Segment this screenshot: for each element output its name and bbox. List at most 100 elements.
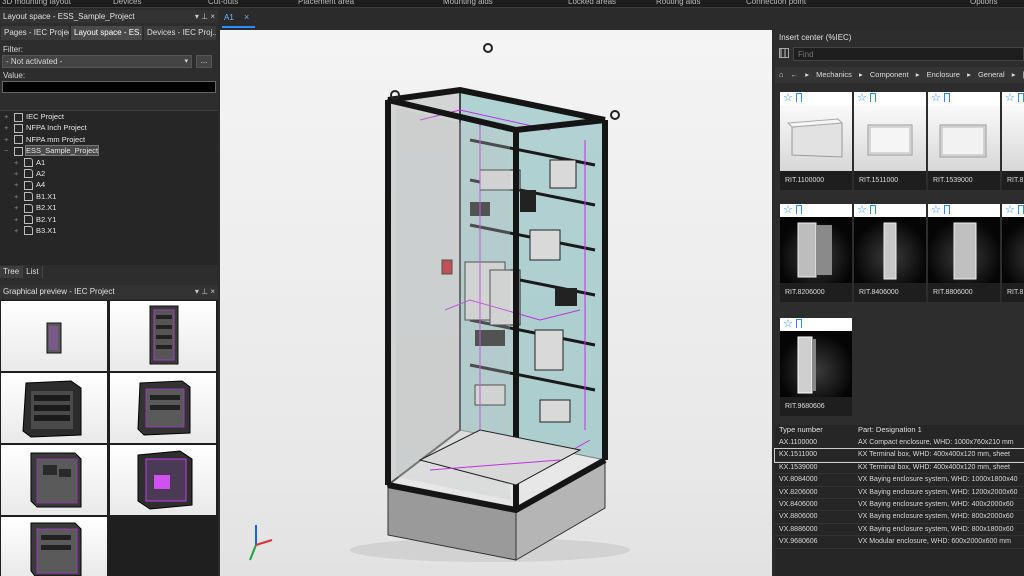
filter-more-button[interactable]: ...	[196, 55, 212, 68]
tree-item-a2[interactable]: + A2	[0, 168, 218, 179]
ribbon-tab-3d-mounting-layout[interactable]: 3D mounting layout	[2, 0, 71, 8]
table-row[interactable]: AX.1100000 AX Compact enclosure, WHD: 100…	[775, 437, 1024, 450]
tree-item-nfpa-inch-project[interactable]: + NFPA Inch Project	[0, 122, 218, 133]
bookmark-icon[interactable]	[870, 205, 876, 214]
filter-dropdown[interactable]: - Not activated - ▾	[2, 55, 192, 68]
table-row[interactable]: VX.9680606 VX Modular enclosure, WHD: 600…	[775, 536, 1024, 549]
part-card-label: RIT.1100000	[780, 171, 852, 190]
part-card[interactable]: ☆ RIT.1511000	[854, 92, 926, 190]
bookmark-icon[interactable]	[1018, 93, 1024, 102]
ribbon-tab-locked-areas[interactable]: Locked areas	[568, 0, 616, 8]
table-row[interactable]: VX.8806000 VX Baying enclosure system, WH…	[775, 511, 1024, 524]
tree-item-b2-x1[interactable]: + B2.X1	[0, 202, 218, 213]
tab-devices[interactable]: Devices - IEC Proj...	[144, 26, 216, 40]
column-header-designation[interactable]: Part: Designation 1	[855, 425, 1024, 437]
tree-item-b2-y1[interactable]: + B2.Y1	[0, 214, 218, 225]
tab-list[interactable]: List	[23, 266, 43, 278]
favorite-star-icon[interactable]: ☆	[857, 92, 867, 104]
table-row[interactable]: KX.1539000 KX Terminal box, WHD: 400x400x…	[775, 462, 1024, 475]
bookmark-icon[interactable]	[796, 319, 802, 328]
table-row[interactable]: VX.8084000 VX Baying enclosure system, WH…	[775, 474, 1024, 487]
favorite-star-icon[interactable]: ☆	[931, 92, 941, 104]
grid-view-icon[interactable]	[779, 48, 789, 58]
favorite-star-icon[interactable]: ☆	[931, 203, 941, 216]
preview-thumbnail[interactable]	[1, 445, 107, 515]
expand-icon[interactable]: +	[14, 168, 24, 179]
tree-item-a4[interactable]: + A4	[0, 179, 218, 190]
table-row[interactable]: VX.8406000 VX Baying enclosure system, WH…	[775, 499, 1024, 512]
part-card[interactable]: ☆ RIT.8	[1002, 204, 1024, 302]
tab-pages[interactable]: Pages - IEC Project	[1, 26, 69, 40]
home-icon[interactable]: ⌂	[779, 67, 784, 83]
part-card[interactable]: ☆ RIT.8406000	[854, 204, 926, 302]
ribbon-tab-cut-outs[interactable]: Cut-outs	[208, 0, 238, 8]
collapse-icon[interactable]: −	[4, 145, 14, 156]
breadcrumb-item-enclosure[interactable]: Enclosure	[927, 67, 960, 83]
ribbon-tab-connection-point[interactable]: Connection point	[746, 0, 806, 8]
table-row[interactable]: KX.1511000 KX Terminal box, WHD: 400x400x…	[774, 448, 1024, 463]
filter-label: Filter:	[3, 45, 23, 54]
favorite-star-icon[interactable]: ☆	[857, 203, 867, 216]
part-card[interactable]: ☆ RIT.9680606	[780, 318, 852, 416]
expand-icon[interactable]: +	[14, 202, 24, 213]
column-header-type-number[interactable]: Type number	[775, 425, 855, 437]
panel-pin-close-buttons[interactable]: ▾ ⊥ ×	[195, 285, 215, 299]
ribbon-tab-mounting-aids[interactable]: Mounting aids	[443, 0, 493, 8]
tree-item-b1-x1[interactable]: + B1.X1	[0, 191, 218, 202]
preview-thumbnail[interactable]	[1, 373, 107, 443]
ribbon-tab-devices[interactable]: Devices	[113, 0, 141, 8]
table-row[interactable]: VX.8886000 VX Baying enclosure system, WH…	[775, 524, 1024, 537]
expand-icon[interactable]: +	[14, 157, 24, 168]
tab-layout-space[interactable]: Layout space - ES...	[71, 26, 142, 40]
bookmark-icon[interactable]	[796, 205, 802, 214]
breadcrumb-item-mechanics[interactable]: Mechanics	[816, 67, 852, 83]
tab-tree[interactable]: Tree	[0, 266, 24, 278]
ribbon-tab-placement-area[interactable]: Placement area	[298, 0, 354, 8]
tree-item-nfpa-mm-project[interactable]: + NFPA mm Project	[0, 134, 218, 145]
bookmark-icon[interactable]	[1018, 205, 1024, 214]
favorite-star-icon[interactable]: ☆	[783, 203, 793, 216]
bookmark-icon[interactable]	[944, 205, 950, 214]
preview-thumbnail[interactable]	[110, 373, 216, 443]
find-input[interactable]	[793, 47, 1024, 61]
expand-icon[interactable]: +	[14, 179, 24, 190]
panel-pin-close-buttons[interactable]: ▾ ⊥ ×	[195, 10, 215, 23]
favorite-star-icon[interactable]: ☆	[1005, 92, 1015, 104]
value-field[interactable]	[2, 81, 216, 93]
close-icon[interactable]: ×	[244, 12, 249, 22]
favorite-star-icon[interactable]: ☆	[783, 92, 793, 104]
part-card[interactable]: ☆ RIT.1539000	[928, 92, 1000, 190]
preview-thumbnail[interactable]	[110, 445, 216, 515]
tree-item-iec-project[interactable]: + IEC Project	[0, 111, 218, 122]
preview-thumbnail[interactable]	[110, 301, 216, 371]
type-number-cell: VX.8406000	[779, 500, 818, 508]
expand-icon[interactable]: +	[4, 111, 14, 122]
expand-icon[interactable]: +	[4, 122, 14, 133]
part-card[interactable]: ☆ RIT.8206000	[780, 204, 852, 302]
bookmark-icon[interactable]	[870, 93, 876, 102]
favorite-star-icon[interactable]: ☆	[1005, 203, 1015, 216]
breadcrumb-item-component[interactable]: Component	[870, 67, 909, 83]
bookmark-icon[interactable]	[944, 93, 950, 102]
bookmark-icon[interactable]	[796, 93, 802, 102]
tree-item-b3-x1[interactable]: + B3.X1	[0, 225, 218, 236]
preview-thumbnail[interactable]	[1, 301, 107, 371]
tree-item-ess-sample-project[interactable]: − ESS_Sample_Project	[0, 145, 218, 157]
part-card[interactable]: ☆ RIT.8	[1002, 92, 1024, 190]
tree-item-a1[interactable]: + A1	[0, 157, 218, 168]
table-row[interactable]: VX.8206000 VX Baying enclosure system, WH…	[775, 487, 1024, 499]
breadcrumb-item-general[interactable]: General	[978, 67, 1005, 83]
part-card[interactable]: ☆ RIT.1100000	[780, 92, 852, 190]
expand-icon[interactable]: +	[14, 191, 24, 202]
document-tab-a1[interactable]: A1	[224, 13, 234, 22]
expand-icon[interactable]: +	[14, 214, 24, 225]
expand-icon[interactable]: +	[4, 134, 14, 145]
preview-thumbnail[interactable]	[1, 517, 107, 576]
part-card[interactable]: ☆ RIT.8806000	[928, 204, 1000, 302]
3d-viewport[interactable]	[220, 30, 772, 576]
ribbon-tab-options[interactable]: Options	[970, 0, 998, 8]
favorite-star-icon[interactable]: ☆	[783, 317, 793, 330]
back-arrow-icon[interactable]: ←	[791, 67, 799, 83]
ribbon-tab-routing-aids[interactable]: Routing aids	[656, 0, 700, 8]
expand-icon[interactable]: +	[14, 225, 24, 236]
